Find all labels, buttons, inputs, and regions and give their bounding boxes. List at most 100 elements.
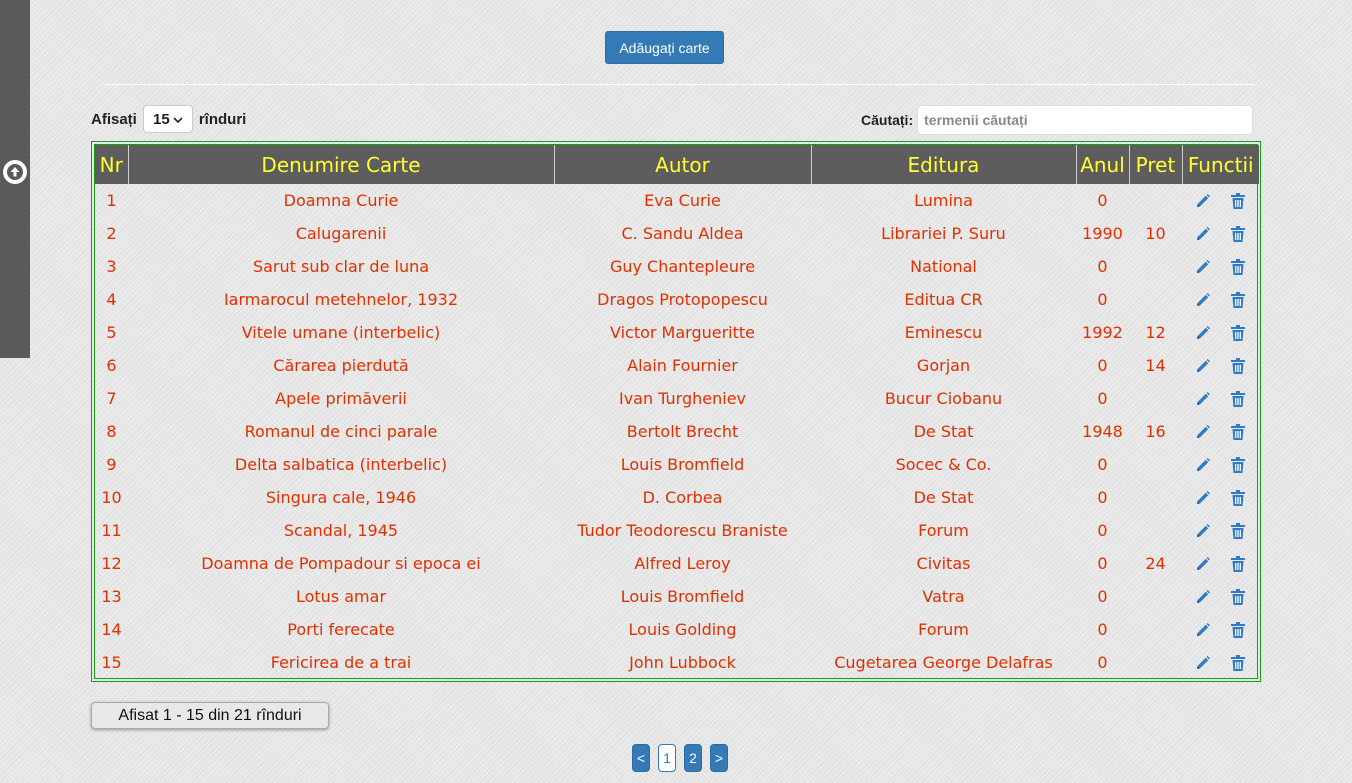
trash-icon[interactable] — [1229, 654, 1247, 672]
cell-nr: 1 — [106, 191, 117, 210]
cell-publisher: National — [910, 257, 977, 276]
pencil-icon[interactable] — [1194, 588, 1212, 606]
trash-icon[interactable] — [1229, 390, 1247, 408]
cell-functions — [1182, 514, 1259, 547]
table-row: 3 Sarut sub clar de luna Guy Chantepleure N… — [95, 250, 1259, 283]
trash-icon[interactable] — [1229, 423, 1247, 441]
pencil-icon[interactable] — [1194, 291, 1212, 309]
trash-icon[interactable] — [1229, 588, 1247, 606]
table-row: 8 Romanul de cinci parale Bertolt Brecht De… — [95, 415, 1259, 448]
page-button-2[interactable]: 2 — [684, 744, 702, 772]
cell-author: Victor Margueritte — [609, 323, 756, 342]
pencil-icon[interactable] — [1194, 654, 1212, 672]
cell-publisher: Lumina — [914, 191, 973, 210]
column-header-nr[interactable]: Nr — [95, 145, 129, 184]
add-book-button[interactable]: Adăugați carte — [605, 31, 724, 64]
column-header-publisher[interactable]: Editura — [811, 145, 1077, 184]
pencil-icon[interactable] — [1194, 324, 1212, 342]
cell-author: C. Sandu Aldea — [621, 224, 744, 243]
cell-publisher: Socec & Co. — [895, 455, 992, 474]
cell-price: 10 — [1145, 224, 1166, 243]
cell-functions — [1182, 547, 1259, 580]
cell-author: Louis Bromfield — [620, 455, 745, 474]
cell-price — [1129, 580, 1182, 613]
cell-publisher: Eminescu — [904, 323, 983, 342]
trash-icon[interactable] — [1229, 192, 1247, 210]
cell-price — [1129, 184, 1182, 217]
cell-year: 0 — [1097, 554, 1108, 573]
cell-author: Louis Bromfield — [620, 587, 745, 606]
column-header-title[interactable]: Denumire Carte — [128, 145, 555, 184]
cell-functions — [1182, 382, 1259, 415]
pencil-icon[interactable] — [1194, 192, 1212, 210]
trash-icon[interactable] — [1229, 456, 1247, 474]
page-length-select[interactable]: 15 — [142, 105, 193, 133]
cell-publisher: De Stat — [913, 422, 974, 441]
cell-year: 0 — [1097, 455, 1108, 474]
pencil-icon[interactable] — [1194, 390, 1212, 408]
cell-year: 0 — [1097, 191, 1108, 210]
cell-author: Dragos Protopopescu — [597, 290, 768, 309]
pencil-icon[interactable] — [1194, 555, 1212, 573]
pencil-icon[interactable] — [1194, 423, 1212, 441]
pencil-icon[interactable] — [1194, 258, 1212, 276]
column-header-year[interactable]: Anul — [1076, 145, 1130, 184]
trash-icon[interactable] — [1229, 291, 1247, 309]
cell-publisher: Bucur Ciobanu — [884, 389, 1003, 408]
cell-nr: 15 — [101, 653, 122, 672]
next-page-button[interactable]: > — [710, 744, 728, 772]
cell-nr: 9 — [106, 455, 117, 474]
cell-price — [1129, 481, 1182, 514]
cell-price — [1129, 613, 1182, 646]
search-label: Căutați: — [861, 112, 914, 128]
trash-icon[interactable] — [1229, 555, 1247, 573]
trash-icon[interactable] — [1229, 258, 1247, 276]
table-row: 12 Doamna de Pompadour si epoca ei Alfred … — [95, 547, 1259, 580]
trash-icon[interactable] — [1229, 489, 1247, 507]
cell-title: Sarut sub clar de luna — [252, 257, 430, 276]
cell-year: 0 — [1097, 587, 1108, 606]
search-input[interactable] — [917, 105, 1254, 135]
cell-functions — [1182, 415, 1259, 448]
pencil-icon[interactable] — [1194, 225, 1212, 243]
pencil-icon[interactable] — [1194, 621, 1212, 639]
arrow-up-circle-icon[interactable] — [3, 160, 27, 184]
cell-nr: 12 — [101, 554, 122, 573]
cell-functions — [1182, 580, 1259, 613]
trash-icon[interactable] — [1229, 357, 1247, 375]
column-header-price[interactable]: Pret — [1129, 145, 1183, 184]
pagination: < 1 2 > — [632, 744, 728, 772]
trash-icon[interactable] — [1229, 621, 1247, 639]
cell-publisher: Vatra — [922, 587, 965, 606]
cell-title: Romanul de cinci parale — [244, 422, 438, 441]
cell-title: Vitele umane (interbelic) — [241, 323, 441, 342]
prev-page-button[interactable]: < — [632, 744, 650, 772]
cell-nr: 6 — [106, 356, 117, 375]
cell-publisher: Gorjan — [916, 356, 971, 375]
column-header-author[interactable]: Autor — [554, 145, 812, 184]
cell-publisher: Editua CR — [904, 290, 983, 309]
pencil-icon[interactable] — [1194, 357, 1212, 375]
cell-publisher: Forum — [918, 620, 969, 639]
cell-author: John Lubbock — [629, 653, 736, 672]
chevron-down-icon — [173, 111, 183, 128]
pencil-icon[interactable] — [1194, 489, 1212, 507]
trash-icon[interactable] — [1229, 225, 1247, 243]
page-button-1[interactable]: 1 — [658, 744, 676, 772]
books-table-frame: Nr Denumire Carte Autor Editura Anul Pre… — [91, 141, 1261, 682]
trash-icon[interactable] — [1229, 324, 1247, 342]
cell-title: Calugarenii — [295, 224, 387, 243]
cell-functions — [1182, 250, 1259, 283]
trash-icon[interactable] — [1229, 522, 1247, 540]
pencil-icon[interactable] — [1194, 456, 1212, 474]
table-row: 4 Iarmarocul metehnelor, 1932 Dragos Proto… — [95, 283, 1259, 316]
cell-nr: 4 — [106, 290, 117, 309]
cell-year: 0 — [1097, 488, 1108, 507]
cell-price — [1129, 283, 1182, 316]
pencil-icon[interactable] — [1194, 522, 1212, 540]
cell-title: Apele primăverii — [275, 389, 407, 408]
cell-publisher: Librariei P. Suru — [881, 224, 1006, 243]
cell-price — [1129, 646, 1182, 679]
column-header-functions: Functii — [1182, 145, 1259, 184]
cell-author: Tudor Teodorescu Braniste — [577, 521, 788, 540]
